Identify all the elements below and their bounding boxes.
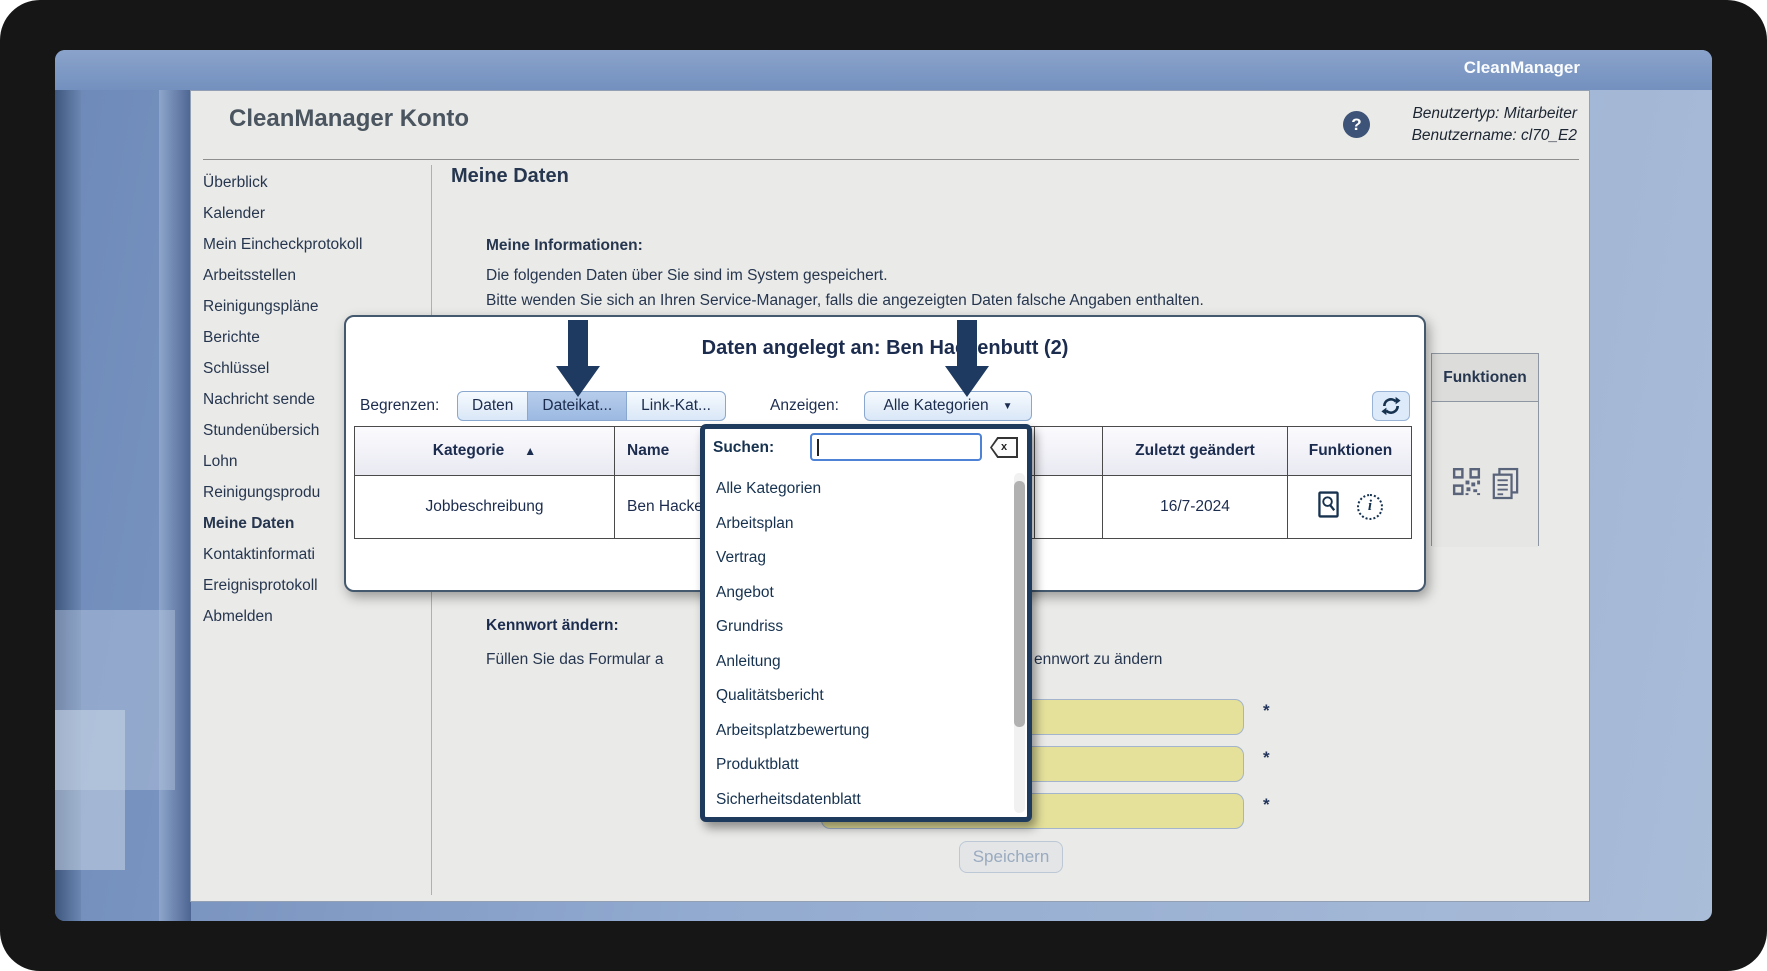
tab-daten[interactable]: Daten bbox=[457, 391, 528, 421]
password-heading: Kennwort ändern: bbox=[486, 617, 619, 635]
desktop: CleanManager CleanManager Konto ? Benutz… bbox=[55, 50, 1712, 921]
category-option-alle-kategorien[interactable]: Alle Kategorien bbox=[705, 472, 1009, 507]
help-icon[interactable]: ? bbox=[1343, 111, 1370, 138]
functions-cell bbox=[1432, 402, 1538, 547]
user-info: Benutzertyp: Mitarbeiter Benutzername: c… bbox=[1412, 103, 1577, 147]
required-marker: * bbox=[1263, 701, 1270, 721]
sidebar-item-ueberblick[interactable]: Überblick bbox=[203, 167, 378, 198]
scrollbar-track[interactable] bbox=[1014, 473, 1025, 813]
info-text-line2: Bitte wenden Sie sich an Ihren Service-M… bbox=[486, 292, 1204, 310]
functions-column-header: Funktionen bbox=[1432, 354, 1538, 402]
desktop-decoration bbox=[55, 710, 125, 870]
dialog-title: Daten angelegt an: Ben Hackenbutt (2) bbox=[346, 337, 1424, 360]
cell-funktionen: i bbox=[1288, 476, 1413, 538]
limit-label: Begrenzen: bbox=[360, 391, 439, 421]
annotation-arrow-down-icon bbox=[945, 320, 989, 397]
refresh-button[interactable] bbox=[1372, 391, 1410, 421]
cell-zuletzt-geaendert: 16/7-2024 bbox=[1103, 476, 1288, 538]
info-text-line1: Die folgenden Daten über Sie sind im Sys… bbox=[486, 267, 888, 285]
search-label: Suchen: bbox=[713, 439, 774, 457]
clear-search-icon[interactable]: x bbox=[990, 437, 1018, 458]
chevron-down-icon: ▼ bbox=[1003, 401, 1013, 412]
sidebar-item-arbeitsstellen[interactable]: Arbeitsstellen bbox=[203, 260, 378, 291]
text-cursor bbox=[817, 439, 819, 456]
background-functions-column: Funktionen bbox=[1431, 353, 1539, 546]
search-input[interactable] bbox=[810, 433, 982, 461]
category-option-grundriss[interactable]: Grundriss bbox=[705, 610, 1009, 645]
category-option-produktblatt[interactable]: Produktblatt bbox=[705, 748, 1009, 783]
browser-top-bar: CleanManager bbox=[55, 50, 1712, 90]
column-header-hidden bbox=[1035, 427, 1103, 475]
sidebar-item-kalender[interactable]: Kalender bbox=[203, 198, 378, 229]
category-dropdown-panel: Suchen: x Alle Kategorien Arbeitsplan Ve… bbox=[700, 424, 1032, 822]
password-hint-left: Füllen Sie das Formular a bbox=[486, 651, 663, 669]
desktop-stripe-inner bbox=[159, 90, 191, 921]
section-heading: Meine Daten bbox=[451, 165, 569, 188]
user-type: Benutzertyp: Mitarbeiter bbox=[1412, 103, 1577, 125]
refresh-icon bbox=[1381, 395, 1401, 417]
sidebar-item-abmelden[interactable]: Abmelden bbox=[203, 601, 378, 632]
column-header-zuletzt-geaendert[interactable]: Zuletzt geändert bbox=[1103, 427, 1288, 475]
category-list: Alle Kategorien Arbeitsplan Vertrag Ange… bbox=[705, 472, 1009, 817]
qr-code-icon[interactable] bbox=[1451, 466, 1482, 547]
password-hint-right: ennwort zu ändern bbox=[1034, 651, 1162, 669]
info-icon[interactable]: i bbox=[1357, 494, 1383, 520]
required-marker: * bbox=[1263, 748, 1270, 768]
annotation-arrow-down-icon bbox=[556, 320, 600, 397]
info-title: Meine Informationen: bbox=[486, 237, 643, 255]
category-option-sicherheitsdatenblatt[interactable]: Sicherheitsdatenblatt bbox=[705, 783, 1009, 818]
page-title: CleanManager Konto bbox=[229, 105, 469, 133]
category-option-arbeitsplatzbewertung[interactable]: Arbeitsplatzbewertung bbox=[705, 714, 1009, 749]
user-name: Benutzername: cl70_E2 bbox=[1412, 125, 1577, 147]
category-option-qualitaetsbericht[interactable]: Qualitätsbericht bbox=[705, 679, 1009, 714]
column-header-kategorie[interactable]: Kategorie ▲ bbox=[355, 427, 615, 475]
copy-documents-icon[interactable] bbox=[1491, 466, 1519, 547]
required-marker: * bbox=[1263, 795, 1270, 815]
category-filter-value: Alle Kategorien bbox=[883, 397, 988, 415]
sidebar-item-eincheckprotokoll[interactable]: Mein Eincheckprotokoll bbox=[203, 229, 378, 260]
category-option-arbeitsplan[interactable]: Arbeitsplan bbox=[705, 507, 1009, 542]
cell-hidden bbox=[1035, 476, 1103, 538]
brand-label: CleanManager bbox=[1464, 58, 1580, 78]
scrollbar-thumb[interactable] bbox=[1014, 481, 1025, 727]
sort-ascending-icon: ▲ bbox=[524, 444, 536, 458]
show-label: Anzeigen: bbox=[770, 391, 839, 421]
category-option-vertrag[interactable]: Vertrag bbox=[705, 541, 1009, 576]
cell-kategorie: Jobbeschreibung bbox=[355, 476, 615, 538]
column-header-funktionen: Funktionen bbox=[1288, 427, 1413, 475]
category-option-angebot[interactable]: Angebot bbox=[705, 576, 1009, 611]
category-option-anleitung[interactable]: Anleitung bbox=[705, 645, 1009, 680]
tab-link-kategorien[interactable]: Link-Kat... bbox=[627, 391, 726, 421]
save-button[interactable]: Speichern bbox=[959, 841, 1063, 873]
preview-document-icon[interactable] bbox=[1318, 491, 1339, 523]
header-divider bbox=[203, 159, 1579, 160]
